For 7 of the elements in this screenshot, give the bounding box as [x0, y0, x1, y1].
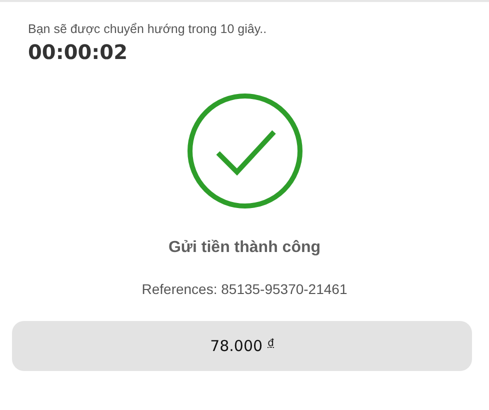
currency-symbol: ₫	[268, 338, 274, 348]
reference-text: References: 85135-95370-21461	[142, 281, 348, 297]
status-title: Gửi tiền thành công	[168, 239, 321, 257]
redirect-notice: Bạn sẽ được chuyển hướng trong 10 giây..	[28, 22, 268, 36]
check-circle-icon	[186, 93, 302, 209]
countdown-timer: 00:00:02	[28, 40, 128, 64]
amount-value: 78.000	[210, 337, 263, 355]
